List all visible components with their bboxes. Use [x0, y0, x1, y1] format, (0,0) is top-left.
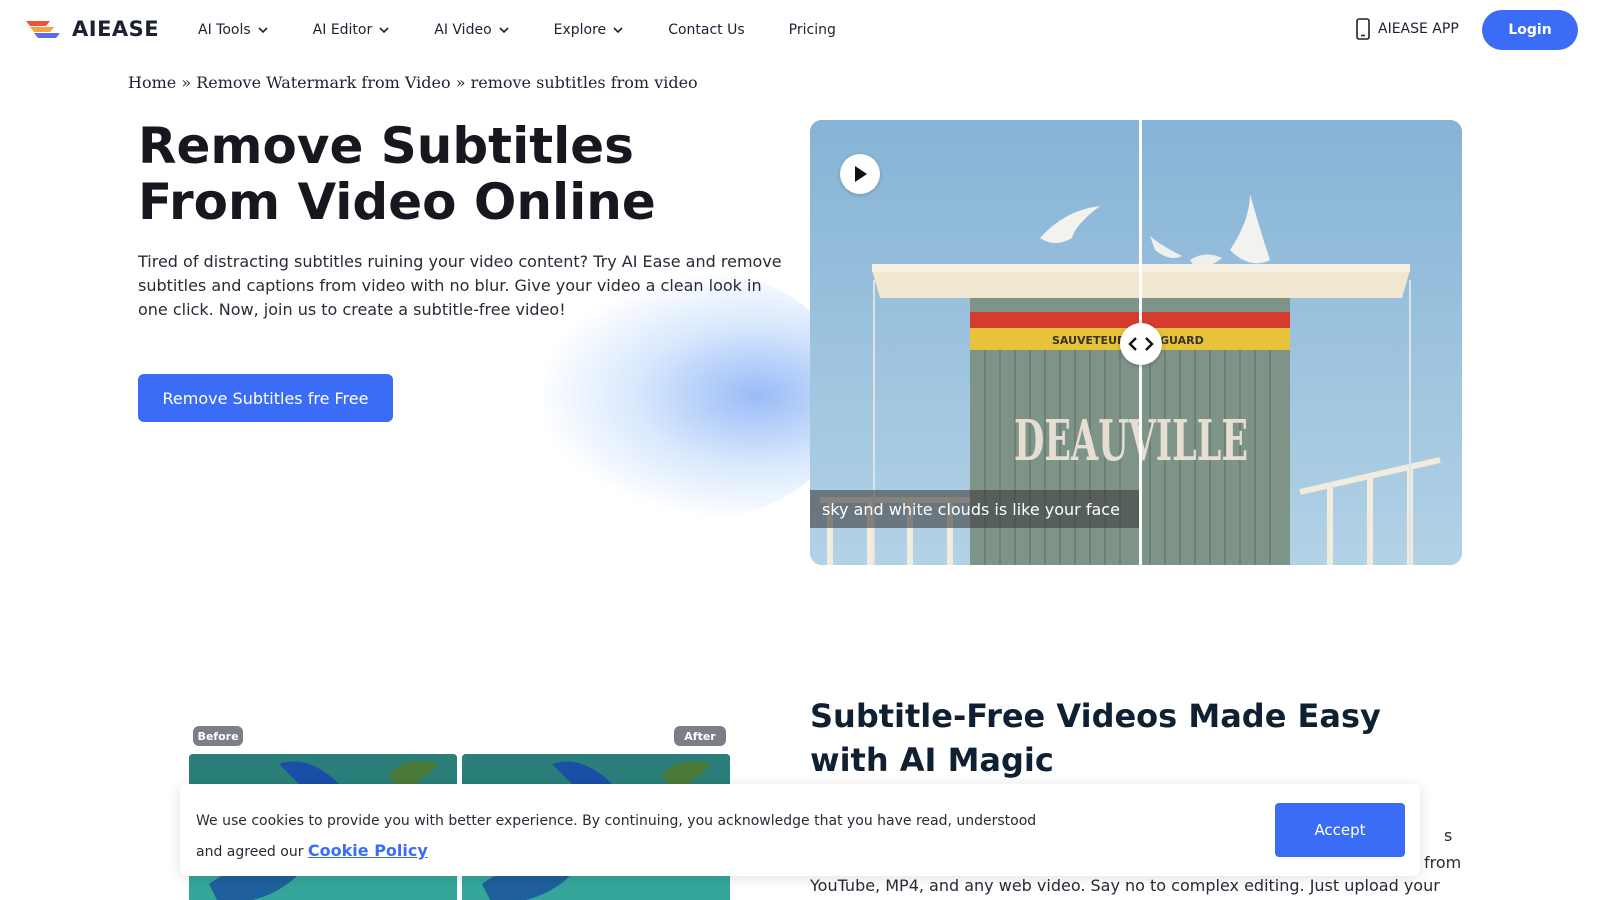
logo-icon [26, 21, 60, 38]
nav-label: AI Tools [198, 22, 251, 38]
section-text: YouTube, MP4, and any web video. Say no … [810, 876, 1440, 895]
chevron-down-icon [499, 27, 509, 34]
chevron-down-icon [613, 27, 623, 34]
section-text-fragment: from [1424, 853, 1462, 872]
nav-pricing[interactable]: Pricing [789, 22, 836, 38]
nav-explore[interactable]: Explore [554, 22, 625, 38]
chevron-left-right-icon [1128, 337, 1154, 351]
accept-cookies-button[interactable]: Accept [1275, 803, 1405, 857]
before-label: Before [193, 726, 243, 746]
logo[interactable]: AIEASE [24, 17, 159, 41]
login-button[interactable]: Login [1482, 10, 1578, 50]
nav-label: AI Editor [312, 22, 373, 38]
page-title: Remove Subtitles From Video Online [138, 117, 656, 231]
phone-icon [1356, 18, 1370, 40]
breadcrumb-home[interactable]: Home [128, 73, 176, 92]
sign-band-text: SAUVETEUR [1052, 334, 1126, 347]
nav-ai-video[interactable]: AI Video [434, 22, 509, 38]
after-label: After [674, 726, 726, 746]
breadcrumb-separator: » [181, 73, 192, 92]
breadcrumb-current: remove subtitles from video [470, 73, 698, 92]
nav-label: AI Video [434, 22, 492, 38]
nav-ai-tools[interactable]: AI Tools [198, 22, 269, 38]
nav-label: Contact Us [668, 22, 745, 38]
breadcrumb-parent[interactable]: Remove Watermark from Video [196, 73, 450, 92]
cookie-policy-link[interactable]: Cookie Policy [308, 841, 428, 860]
site-header: AIEASE AI Tools AI Editor AI Video Explo… [0, 0, 1600, 60]
sign-big-text: DEAUVILLE [1014, 408, 1248, 474]
comparison-slider-handle[interactable] [1120, 323, 1162, 365]
app-link-label: AIEASE APP [1378, 21, 1459, 37]
nav-contact-us[interactable]: Contact Us [668, 22, 744, 38]
cookie-banner: We use cookies to provide you with bette… [180, 784, 1420, 876]
subtitle-overlay: sky and white clouds is like your face [810, 490, 1139, 528]
section-text-fragment: s [1444, 826, 1453, 845]
breadcrumb: Home » Remove Watermark from Video » rem… [128, 73, 698, 92]
logo-text: AIEASE [72, 17, 160, 41]
remove-subtitles-button[interactable]: Remove Subtitles fre Free [138, 374, 393, 422]
nav-ai-editor[interactable]: AI Editor [313, 22, 391, 38]
hero-description: Tired of distracting subtitles ruining y… [138, 252, 782, 319]
before-after-video[interactable]: SAUVETEUR GUARD DEAUVILLE sky and white … [810, 120, 1462, 565]
app-download-link[interactable]: AIEASE APP [1356, 18, 1459, 40]
cookie-message: We use cookies to provide you with bette… [196, 806, 1056, 867]
breadcrumb-separator: » [455, 73, 466, 92]
play-button[interactable] [840, 154, 880, 194]
nav-label: Explore [553, 22, 607, 38]
section-title: Subtitle-Free Videos Made Easy with AI M… [810, 697, 1381, 779]
sign-band-text-right: GUARD [1160, 334, 1204, 347]
play-icon [855, 166, 867, 182]
main-nav: AI Tools AI Editor AI Video Explore Cont… [198, 0, 880, 60]
nav-label: Pricing [788, 22, 836, 38]
chevron-down-icon [379, 27, 389, 34]
chevron-down-icon [258, 27, 268, 34]
